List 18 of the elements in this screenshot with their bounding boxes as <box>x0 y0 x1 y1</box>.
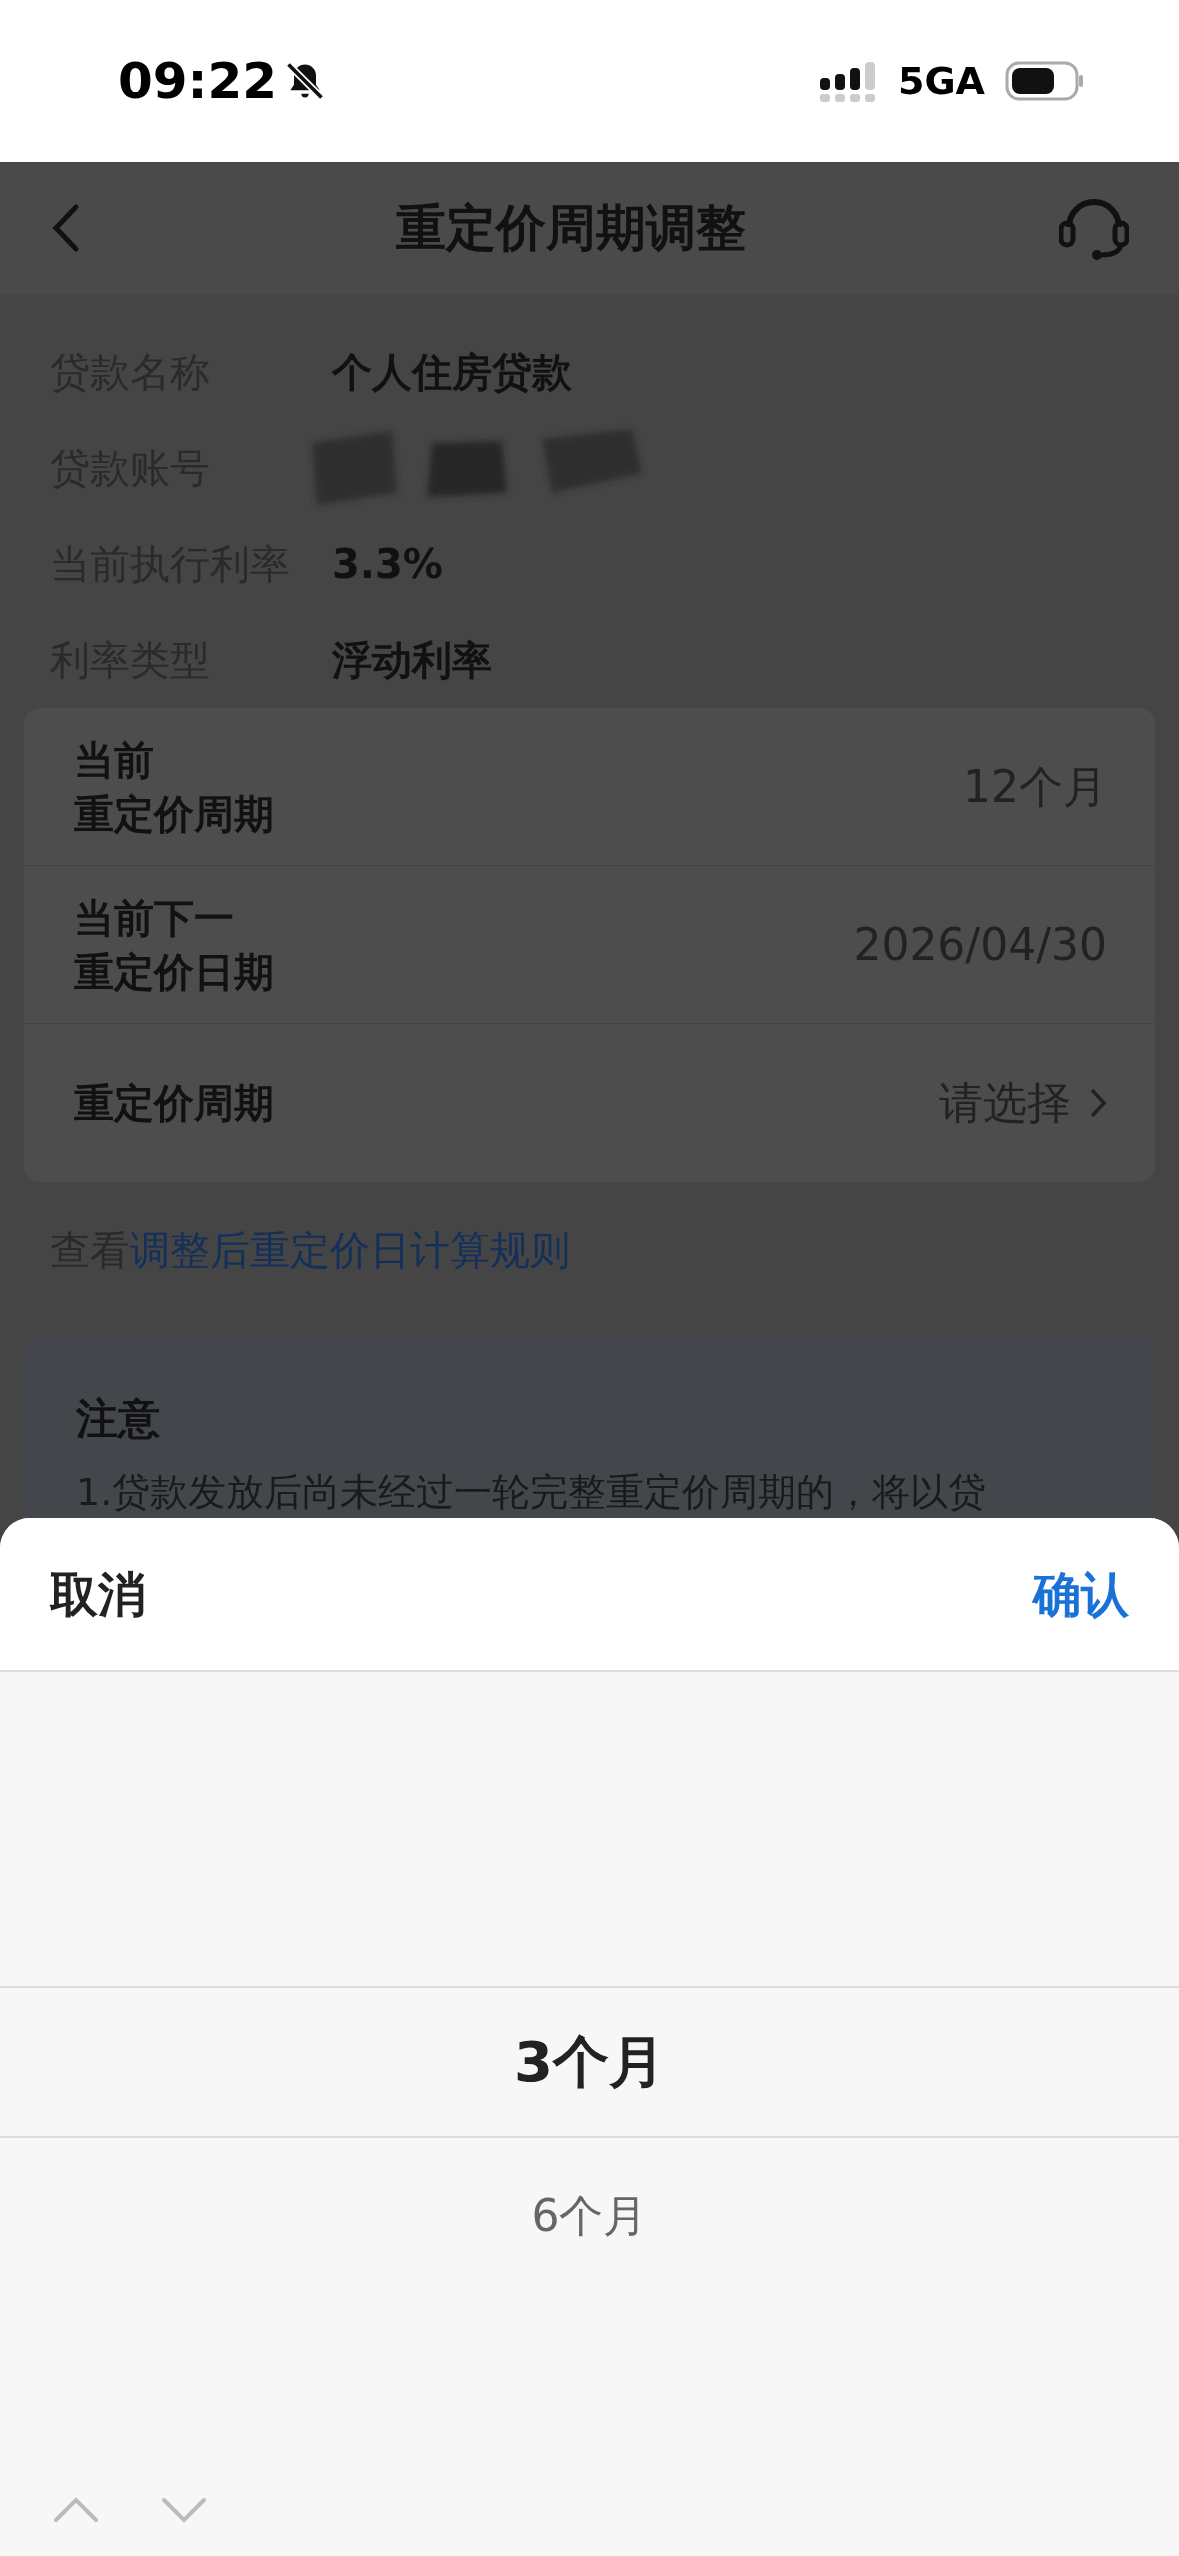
picker-option[interactable]: 3个月 <box>0 1986 1179 2138</box>
network-label: 5GA <box>897 57 985 105</box>
battery-icon <box>1005 61 1085 101</box>
signal-icon <box>819 60 878 102</box>
row-label: 重定价周期 <box>74 1079 274 1128</box>
chevron-right-icon <box>1089 1087 1107 1119</box>
status-time: 09:22 <box>118 50 278 112</box>
row-label: 重定价周期 <box>74 789 274 839</box>
chevron-up-icon[interactable] <box>52 2496 100 2524</box>
notice-title: 注意 <box>76 1393 161 1445</box>
confirm-button[interactable]: 确认 <box>1033 1558 1129 1630</box>
cancel-button[interactable]: 取消 <box>50 1558 146 1630</box>
row-label: 当前下一 <box>74 893 235 943</box>
row-label: 当前 <box>74 735 155 785</box>
picker-option[interactable]: 6个月 <box>0 2138 1179 2294</box>
page-title: 重定价周期调整 <box>395 197 746 259</box>
row-label: 重定价日期 <box>74 947 274 997</box>
chevron-down-icon[interactable] <box>160 2496 208 2524</box>
